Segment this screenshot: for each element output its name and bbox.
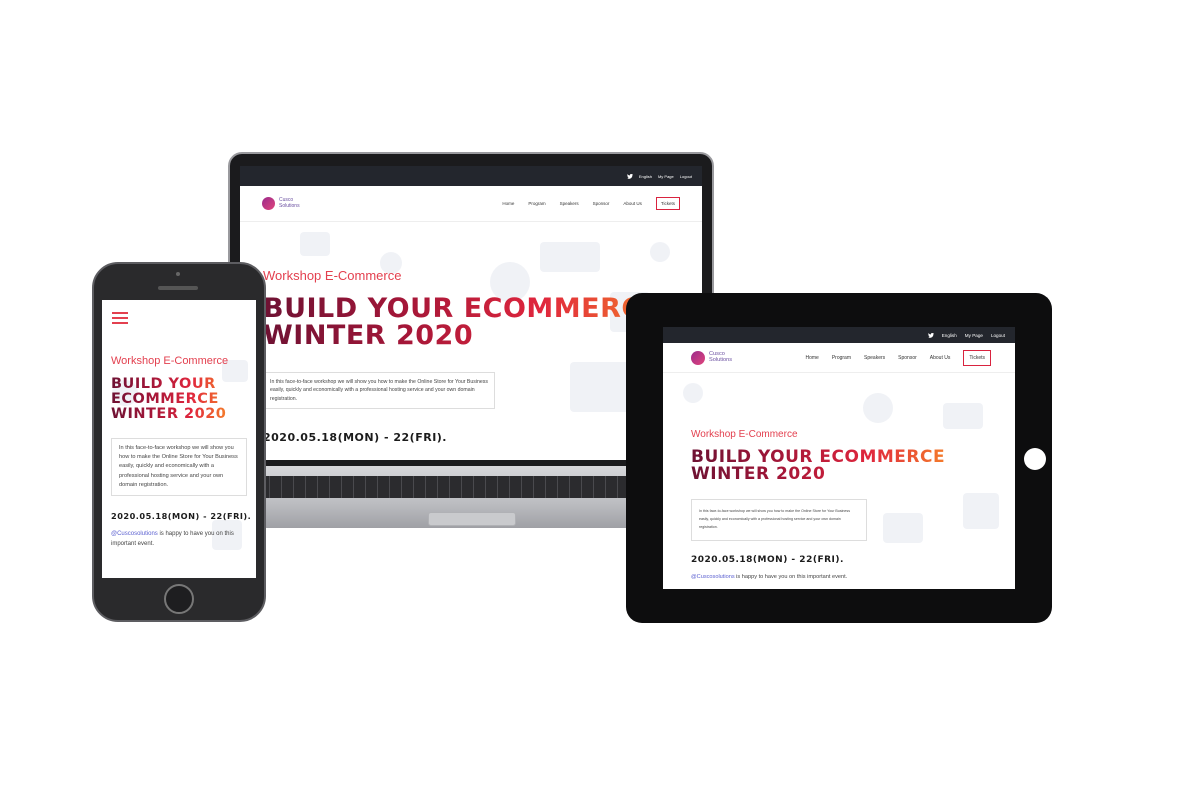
tablet-screen: English My Page Logout Cusco Solutions H… (663, 327, 1015, 589)
logo[interactable]: Cusco Solutions (262, 197, 300, 210)
nav-about-us[interactable]: About Us (930, 355, 951, 361)
event-dates: 2020.05.18(MON) - 22(FRI). (691, 555, 844, 565)
eyebrow-title: Workshop E-Commerce (691, 429, 798, 440)
tablet-home-button (1024, 448, 1046, 470)
nav-sponsor[interactable]: Sponsor (898, 355, 917, 361)
twitter-icon[interactable] (626, 173, 633, 179)
intro-box: In this face-to-face workshop we will sh… (263, 372, 495, 409)
phone-speaker (158, 286, 198, 290)
phone-home-button (164, 584, 194, 614)
event-dates: 2020.05.18(MON) - 22(FRI). (111, 511, 252, 521)
nav-about-us[interactable]: About Us (623, 201, 642, 206)
headline-line2: WINTER 2020 (263, 320, 474, 351)
tickets-button[interactable]: Tickets (963, 349, 991, 366)
headline: BUILD YOUR ECOMMERCE WINTER 2020 (691, 449, 945, 483)
top-bar: English My Page Logout (240, 166, 702, 186)
headline-line1: BUILD YOUR ECOMMERCE (263, 293, 661, 324)
logo-line2: Solutions (709, 356, 733, 363)
laptop-trackpad (428, 512, 516, 526)
nav-program[interactable]: Program (528, 201, 545, 206)
headline-line1: BUILD YOUR (111, 376, 216, 392)
twitter-handle-link[interactable]: @Cuscosolutions (111, 531, 158, 537)
welcome-note: @Cuscosolutions is happy to have you on … (691, 574, 848, 580)
headline-line2: ECOMMERCE (111, 391, 219, 408)
twitter-handle-link[interactable]: @Cuscosolutions (691, 574, 735, 580)
language-link[interactable]: English (942, 333, 957, 338)
nav-home[interactable]: Home (805, 355, 818, 361)
logout-link[interactable]: Logout (991, 333, 1005, 338)
nav-sponsor[interactable]: Sponsor (593, 201, 610, 206)
tickets-button[interactable]: Tickets (655, 197, 680, 210)
main-menu: Home Program Speakers Sponsor About Us T… (502, 197, 680, 210)
top-bar: English My Page Logout (663, 327, 1015, 343)
headline-line3: WINTER 2020 (111, 406, 227, 423)
main-menu: Home Program Speakers Sponsor About Us T… (805, 349, 991, 366)
nav-speakers[interactable]: Speakers (864, 355, 885, 361)
logo-mark-icon (691, 350, 705, 365)
nav-home[interactable]: Home (502, 201, 514, 206)
phone-screen: Workshop E-Commerce BUILD YOUR ECOMMERCE… (102, 300, 256, 578)
navbar: Cusco Solutions Home Program Speakers Sp… (240, 186, 702, 222)
laptop-keyboard (258, 476, 684, 498)
my-page-link[interactable]: My Page (658, 174, 674, 179)
eyebrow-title: Workshop E-Commerce (111, 355, 229, 367)
intro-box: In this face-to-face workshop we will sh… (111, 438, 247, 497)
language-link[interactable]: English (639, 174, 652, 179)
device-mockup-stage: English My Page Logout Cusco Solutions H… (0, 0, 1182, 792)
headline: BUILD YOUR ECOMMERCE WINTER 2020 (263, 295, 661, 349)
my-page-link[interactable]: My Page (965, 333, 983, 338)
welcome-note: @Cuscosolutions is happy to have you on … (111, 531, 234, 547)
intro-box: In this face-to-face workshop we will sh… (691, 499, 867, 541)
eyebrow-title: Workshop E-Commerce (263, 268, 402, 283)
hero-section: Workshop E-Commerce BUILD YOUR ECOMMERCE… (663, 373, 1015, 589)
logo-mark-icon (262, 197, 275, 210)
event-dates: 2020.05.18(MON) - 22(FRI). (263, 431, 447, 444)
twitter-icon[interactable] (927, 332, 934, 338)
headline: BUILD YOUR ECOMMERCE WINTER 2020 (111, 377, 226, 423)
headline-line2: WINTER 2020 (691, 464, 826, 484)
navbar: Cusco Solutions Home Program Speakers Sp… (663, 343, 1015, 373)
logo-line2: Solutions (279, 202, 300, 209)
nav-speakers[interactable]: Speakers (560, 201, 579, 206)
nav-program[interactable]: Program (832, 355, 851, 361)
phone-camera (176, 272, 180, 276)
logo[interactable]: Cusco Solutions (691, 350, 733, 365)
logout-link[interactable]: Logout (680, 174, 692, 179)
